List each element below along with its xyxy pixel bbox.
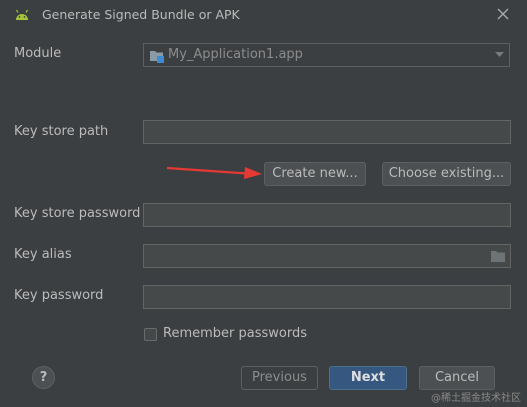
generate-signed-bundle-dialog: Generate Signed Bundle or APK Module My_… <box>0 0 527 407</box>
close-icon[interactable] <box>495 6 511 22</box>
next-button[interactable]: Next <box>329 366 407 390</box>
cancel-button[interactable]: Cancel <box>419 366 495 390</box>
choose-existing-button[interactable]: Choose existing... <box>382 162 511 186</box>
help-icon[interactable]: ? <box>32 366 55 389</box>
red-arrow <box>166 166 262 179</box>
module-combo[interactable]: My_Application1.app <box>143 43 510 67</box>
key-store-password-field[interactable] <box>143 203 511 227</box>
chevron-down-icon <box>495 52 504 57</box>
remember-passwords-label: Remember passwords <box>163 326 307 341</box>
key-password-label: Key password <box>14 288 104 303</box>
key-store-path-label: Key store path <box>14 124 109 139</box>
android-icon <box>15 9 29 20</box>
folder-icon[interactable] <box>490 249 506 263</box>
key-store-path-field[interactable] <box>143 120 511 144</box>
watermark: @稀土掘金技术社区 <box>431 393 521 404</box>
previous-button[interactable]: Previous <box>241 366 318 390</box>
module-value: My_Application1.app <box>168 47 303 62</box>
remember-passwords-checkbox[interactable] <box>144 328 157 341</box>
key-password-field[interactable] <box>143 285 511 309</box>
key-alias-label: Key alias <box>14 247 72 262</box>
window-title: Generate Signed Bundle or APK <box>42 7 240 22</box>
module-label: Module <box>14 46 62 61</box>
create-new-button[interactable]: Create new... <box>264 162 366 186</box>
key-store-password-label: Key store password <box>14 206 141 221</box>
title-bar: Generate Signed Bundle or APK <box>0 0 527 30</box>
module-folder-icon <box>150 51 164 63</box>
key-alias-field[interactable] <box>143 244 511 268</box>
